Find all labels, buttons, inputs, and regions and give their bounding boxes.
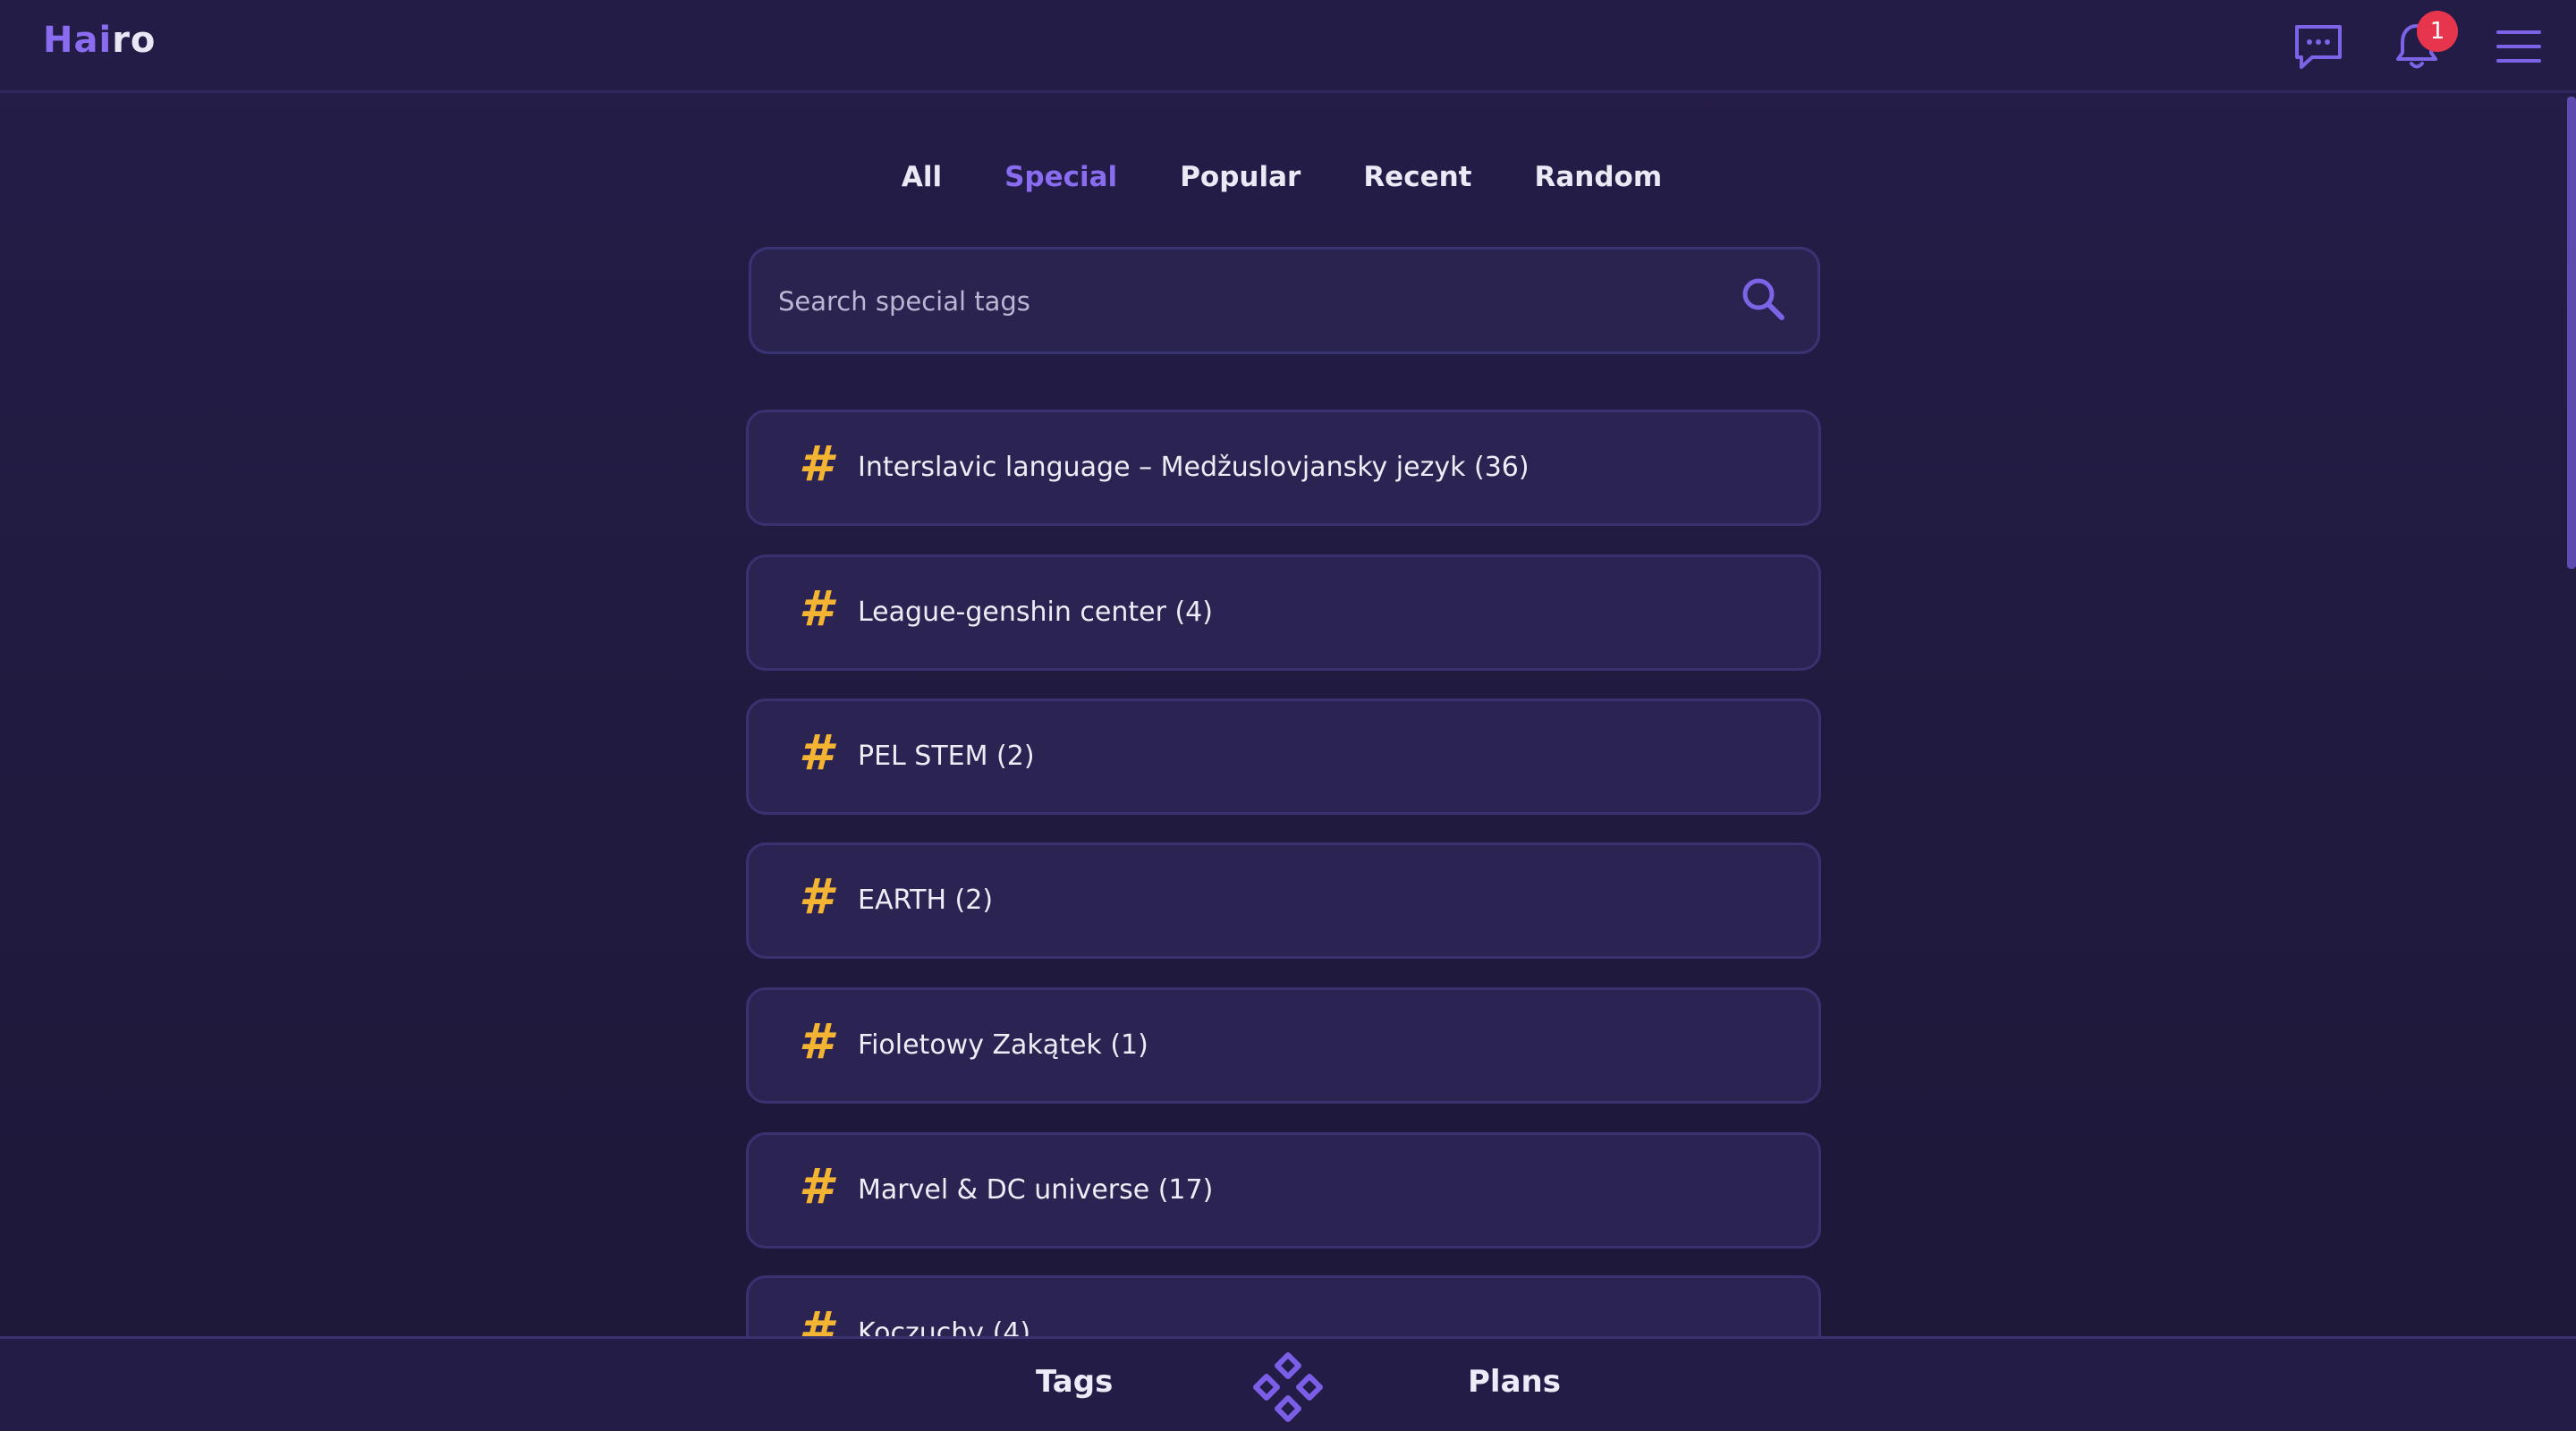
top-header: Hairo 1 — [0, 0, 2576, 93]
nav-tags-link[interactable]: Tags — [1036, 1364, 1113, 1400]
notification-badge: 1 — [2417, 11, 2458, 52]
tag-label: Fioletowy Zakątek (1) — [858, 1029, 1148, 1061]
diamond-logo-icon[interactable] — [1250, 1350, 1326, 1425]
search-icon[interactable] — [1739, 275, 1789, 325]
tag-label: League-genshin center (4) — [858, 597, 1213, 628]
tag-item[interactable]: # Fioletowy Zakątek (1) — [746, 987, 1821, 1104]
tag-item[interactable]: # Interslavic language – Medžuslovjansky… — [746, 410, 1821, 526]
hashtag-icon: # — [799, 580, 833, 637]
tag-label: EARTH (2) — [858, 885, 994, 916]
bottom-navigation: Tags Plans — [0, 1336, 2576, 1431]
tab-special[interactable]: Special — [1004, 161, 1117, 193]
tag-item[interactable]: # Koczuchy (4) — [746, 1275, 1821, 1336]
page-scrollbar[interactable] — [2567, 97, 2576, 569]
nav-plans-link[interactable]: Plans — [1468, 1364, 1561, 1400]
hashtag-icon: # — [799, 436, 833, 492]
hashtag-icon: # — [799, 724, 833, 781]
tag-item[interactable]: # PEL STEM (2) — [746, 699, 1821, 815]
tab-recent[interactable]: Recent — [1363, 161, 1471, 193]
tab-popular[interactable]: Popular — [1180, 161, 1301, 193]
logo-part-2: ro — [112, 20, 157, 61]
tag-label: PEL STEM (2) — [858, 741, 1035, 772]
search-input[interactable] — [776, 250, 1710, 353]
hashtag-icon: # — [799, 1301, 833, 1336]
hashtag-icon: # — [799, 1013, 833, 1070]
app-logo[interactable]: Hairo — [43, 20, 156, 61]
bell-icon[interactable]: 1 — [2388, 11, 2458, 75]
chat-bubble-icon[interactable] — [2290, 18, 2347, 75]
tag-label: Koczuchy (4) — [858, 1317, 1031, 1336]
tag-list: # Interslavic language – Medžuslovjansky… — [0, 358, 2576, 1336]
tag-label: Interslavic language – Medžuslovjansky j… — [858, 452, 1530, 483]
tag-label: Marvel & DC universe (17) — [858, 1174, 1214, 1206]
search-box — [749, 247, 1820, 354]
tag-item[interactable]: # Marvel & DC universe (17) — [746, 1132, 1821, 1249]
hamburger-menu-icon[interactable] — [2490, 18, 2547, 75]
tab-all[interactable]: All — [902, 161, 942, 193]
hashtag-icon: # — [799, 868, 833, 925]
tag-item[interactable]: # EARTH (2) — [746, 843, 1821, 959]
tag-filter-tabs: All Special Popular Recent Random — [0, 161, 2576, 193]
logo-part-1: Hai — [43, 20, 113, 61]
tab-random[interactable]: Random — [1535, 161, 1663, 193]
tag-item[interactable]: # League-genshin center (4) — [746, 555, 1821, 671]
hashtag-icon: # — [799, 1158, 833, 1215]
